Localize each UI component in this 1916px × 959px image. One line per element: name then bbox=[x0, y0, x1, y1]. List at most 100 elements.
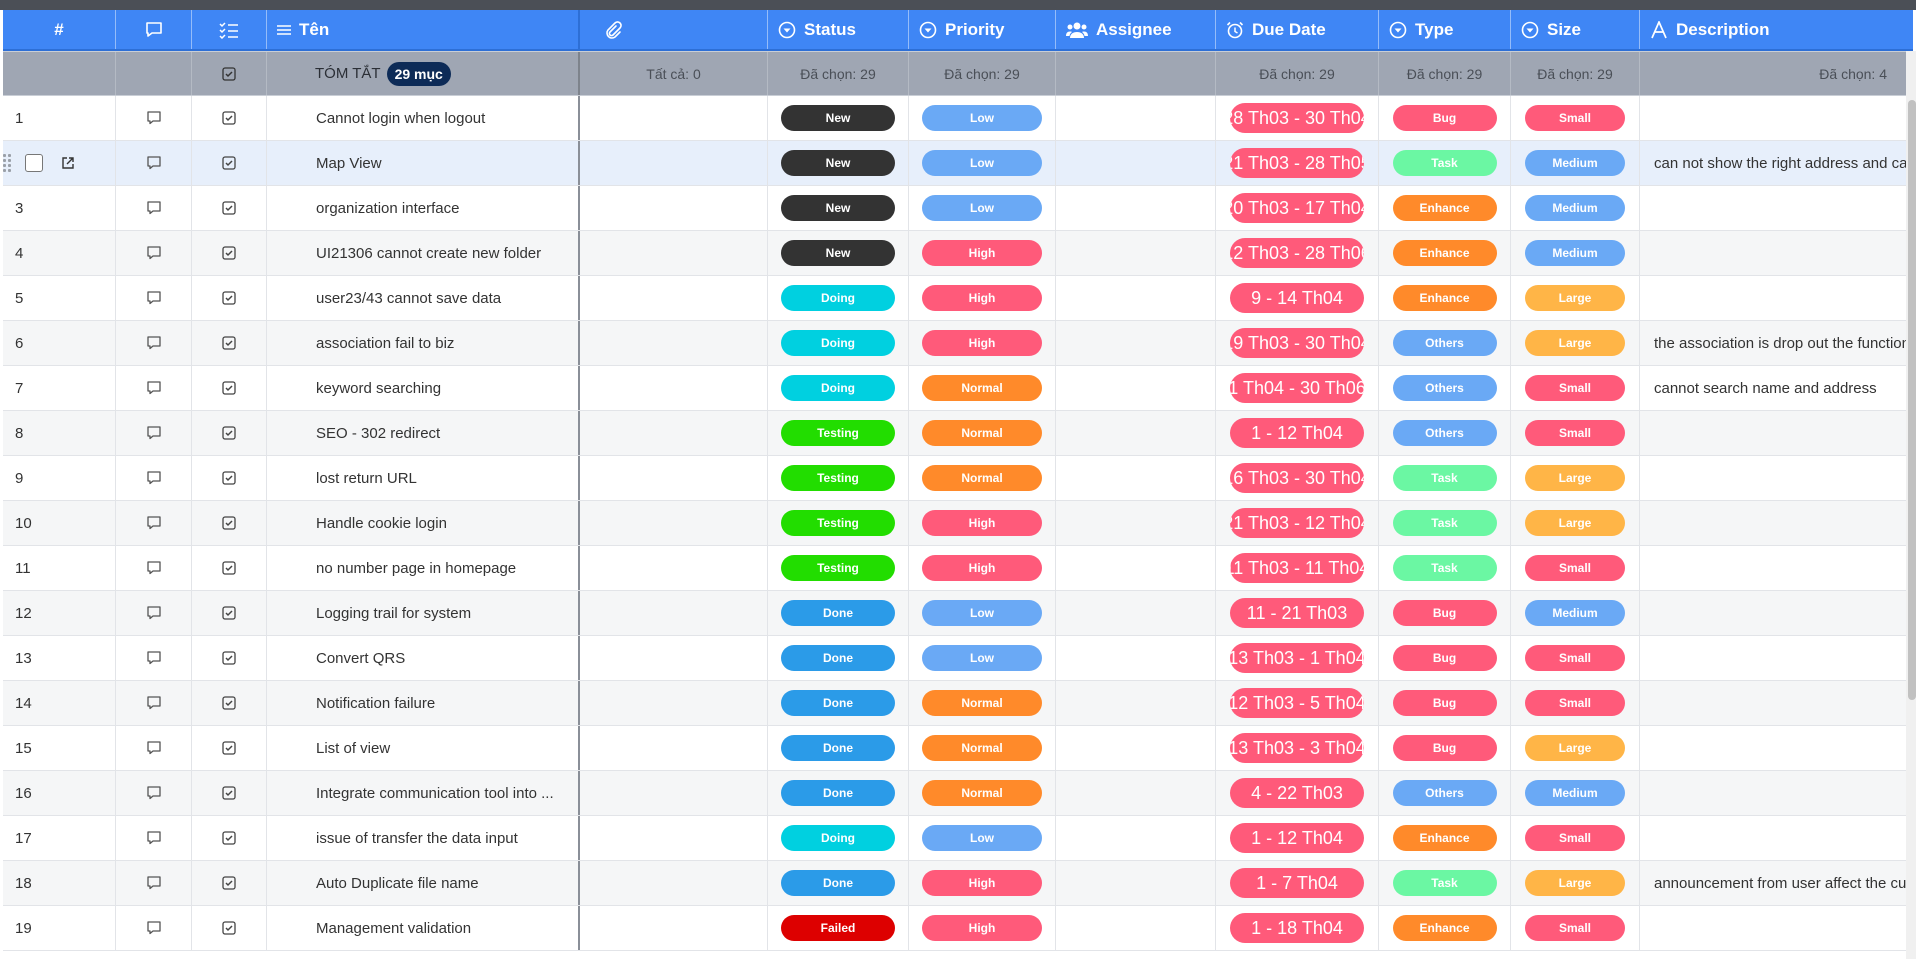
checkbox-checked-icon[interactable] bbox=[222, 561, 236, 575]
table-row[interactable]: 5 user23/43 cannot save data Doing High … bbox=[3, 276, 1913, 321]
checkbox-checked-icon[interactable] bbox=[222, 336, 236, 350]
type-cell[interactable]: Others bbox=[1379, 411, 1511, 455]
table-row[interactable]: 13 Convert QRS Done Low 13 Th03 - 1 Th04… bbox=[3, 636, 1913, 681]
type-cell[interactable]: Task bbox=[1379, 861, 1511, 905]
due-date-cell[interactable]: 11 Th03 - 11 Th04 bbox=[1216, 546, 1379, 590]
due-date-cell[interactable]: 1 - 12 Th04 bbox=[1216, 411, 1379, 455]
size-cell[interactable]: Medium bbox=[1511, 186, 1640, 230]
type-cell[interactable]: Bug bbox=[1379, 636, 1511, 680]
description-cell[interactable] bbox=[1640, 186, 1913, 230]
type-cell[interactable]: Task bbox=[1379, 141, 1511, 185]
comment-cell[interactable] bbox=[116, 816, 192, 860]
attachment-cell[interactable] bbox=[580, 456, 768, 500]
assignee-cell[interactable] bbox=[1056, 96, 1216, 140]
description-cell[interactable]: cannot search name and address bbox=[1640, 366, 1913, 410]
due-date-cell[interactable]: 9 - 14 Th04 bbox=[1216, 276, 1379, 320]
assignee-cell[interactable] bbox=[1056, 861, 1216, 905]
size-cell[interactable]: Large bbox=[1511, 726, 1640, 770]
assignee-cell[interactable] bbox=[1056, 231, 1216, 275]
comment-icon[interactable] bbox=[146, 470, 162, 486]
type-cell[interactable]: Others bbox=[1379, 771, 1511, 815]
due-date-badge[interactable]: 1 - 7 Th04 bbox=[1230, 868, 1364, 898]
attachment-cell[interactable] bbox=[580, 231, 768, 275]
priority-badge[interactable]: Low bbox=[922, 825, 1042, 851]
task-name[interactable]: UI21306 cannot create new folder bbox=[267, 231, 580, 275]
size-cell[interactable]: Small bbox=[1511, 366, 1640, 410]
status-cell[interactable]: New bbox=[768, 231, 909, 275]
size-cell[interactable]: Medium bbox=[1511, 141, 1640, 185]
due-date-cell[interactable]: 20 Th03 - 17 Th04 bbox=[1216, 186, 1379, 230]
checklist-cell[interactable] bbox=[192, 861, 267, 905]
status-badge[interactable]: Testing bbox=[781, 465, 895, 491]
priority-badge[interactable]: Normal bbox=[922, 735, 1042, 761]
priority-cell[interactable]: Low bbox=[909, 96, 1056, 140]
table-row[interactable]: 11 no number page in homepage Testing Hi… bbox=[3, 546, 1913, 591]
type-cell[interactable]: Bug bbox=[1379, 726, 1511, 770]
status-badge[interactable]: Doing bbox=[781, 285, 895, 311]
checkbox-checked-icon[interactable] bbox=[222, 471, 236, 485]
header-due-date[interactable]: Due Date bbox=[1216, 10, 1379, 49]
attachment-cell[interactable] bbox=[580, 546, 768, 590]
assignee-cell[interactable] bbox=[1056, 771, 1216, 815]
size-cell[interactable]: Small bbox=[1511, 816, 1640, 860]
table-row[interactable]: 14 Notification failure Done Normal 12 T… bbox=[3, 681, 1913, 726]
due-date-cell[interactable]: 1 Th04 - 30 Th06 bbox=[1216, 366, 1379, 410]
priority-badge[interactable]: Normal bbox=[922, 420, 1042, 446]
table-row[interactable]: 6 association fail to biz Doing High 19 … bbox=[3, 321, 1913, 366]
checklist-cell[interactable] bbox=[192, 456, 267, 500]
priority-badge[interactable]: Normal bbox=[922, 465, 1042, 491]
description-cell[interactable] bbox=[1640, 681, 1913, 725]
comment-cell[interactable] bbox=[116, 636, 192, 680]
status-cell[interactable]: Done bbox=[768, 861, 909, 905]
table-row[interactable]: 15 List of view Done Normal 13 Th03 - 3 … bbox=[3, 726, 1913, 771]
type-cell[interactable]: Bug bbox=[1379, 96, 1511, 140]
status-cell[interactable]: Done bbox=[768, 681, 909, 725]
type-badge[interactable]: Others bbox=[1392, 330, 1497, 356]
checklist-cell[interactable] bbox=[192, 96, 267, 140]
comment-icon[interactable] bbox=[146, 695, 162, 711]
assignee-cell[interactable] bbox=[1056, 591, 1216, 635]
description-cell[interactable]: announcement from user affect the cur bbox=[1640, 861, 1913, 905]
priority-badge[interactable]: High bbox=[922, 510, 1042, 536]
status-cell[interactable]: Failed bbox=[768, 906, 909, 950]
status-badge[interactable]: Done bbox=[781, 600, 895, 626]
due-date-cell[interactable]: 21 Th03 - 12 Th04 bbox=[1216, 501, 1379, 545]
comment-cell[interactable] bbox=[116, 546, 192, 590]
comment-cell[interactable] bbox=[116, 231, 192, 275]
due-date-badge[interactable]: 1 - 12 Th04 bbox=[1230, 418, 1364, 448]
status-badge[interactable]: New bbox=[781, 150, 895, 176]
attachment-cell[interactable] bbox=[580, 816, 768, 860]
type-badge[interactable]: Enhance bbox=[1392, 825, 1497, 851]
comment-cell[interactable] bbox=[116, 141, 192, 185]
description-cell[interactable] bbox=[1640, 96, 1913, 140]
checkbox-checked-icon[interactable] bbox=[222, 606, 236, 620]
type-badge[interactable]: Task bbox=[1392, 510, 1497, 536]
priority-badge[interactable]: High bbox=[922, 555, 1042, 581]
description-cell[interactable] bbox=[1640, 726, 1913, 770]
attachment-cell[interactable] bbox=[580, 906, 768, 950]
size-badge[interactable]: Large bbox=[1525, 285, 1625, 311]
vertical-scrollbar[interactable] bbox=[1908, 100, 1916, 700]
comment-icon[interactable] bbox=[146, 740, 162, 756]
checklist-cell[interactable] bbox=[192, 501, 267, 545]
attachment-cell[interactable] bbox=[580, 96, 768, 140]
size-cell[interactable]: Large bbox=[1511, 276, 1640, 320]
type-badge[interactable]: Enhance bbox=[1392, 285, 1497, 311]
comment-icon[interactable] bbox=[146, 650, 162, 666]
priority-badge[interactable]: Normal bbox=[922, 780, 1042, 806]
status-badge[interactable]: Doing bbox=[781, 825, 895, 851]
table-row[interactable]: 8 SEO - 302 redirect Testing Normal 1 - … bbox=[3, 411, 1913, 456]
size-badge[interactable]: Small bbox=[1525, 420, 1625, 446]
checklist-cell[interactable] bbox=[192, 321, 267, 365]
due-date-cell[interactable]: 16 Th03 - 30 Th04 bbox=[1216, 456, 1379, 500]
status-cell[interactable]: Done bbox=[768, 591, 909, 635]
assignee-cell[interactable] bbox=[1056, 546, 1216, 590]
type-badge[interactable]: Enhance bbox=[1392, 240, 1497, 266]
attachment-cell[interactable] bbox=[580, 681, 768, 725]
header-name[interactable]: Tên bbox=[267, 10, 580, 49]
priority-badge[interactable]: Low bbox=[922, 600, 1042, 626]
due-date-badge[interactable]: 11 - 21 Th03 bbox=[1230, 598, 1364, 628]
description-cell[interactable] bbox=[1640, 276, 1913, 320]
attachment-cell[interactable] bbox=[580, 726, 768, 770]
priority-cell[interactable]: Low bbox=[909, 141, 1056, 185]
